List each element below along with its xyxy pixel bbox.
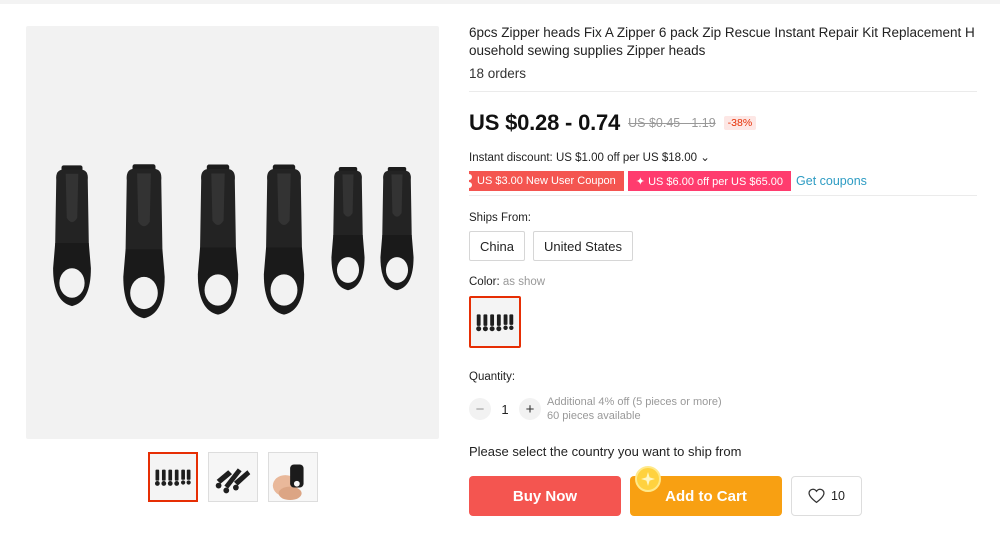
wishlist-count: 10 <box>831 489 845 503</box>
quantity-plus-button[interactable]: + <box>519 398 541 420</box>
color-label: Color: as show <box>469 276 977 288</box>
thumbnail-3[interactable] <box>268 452 318 502</box>
top-strip <box>0 0 1000 4</box>
product-title: 6pcs Zipper heads Fix A Zipper 6 pack Zi… <box>469 25 975 58</box>
coupon-row: US $3.00 New User Coupon ✦ US $6.00 off … <box>466 171 977 191</box>
add-to-cart-label: Add to Cart <box>665 487 747 505</box>
star-coin-icon <box>635 466 661 492</box>
quantity-label: Quantity: <box>469 371 516 383</box>
thumbnail-strip <box>148 452 318 502</box>
color-swatch-image <box>471 298 519 346</box>
ship-option-united-states[interactable]: United States <box>532 231 634 261</box>
wishlist-button[interactable]: 10 <box>791 476 862 516</box>
ships-from-options: China United States <box>469 231 977 261</box>
product-details: 6pcs Zipper heads Fix A Zipper 6 pack Zi… <box>466 24 977 516</box>
price-row: US $0.28 - 0.74 US $0.45 - 1.19 -38% <box>469 110 977 136</box>
additional-discount-text: Additional 4% off (5 pieces or more) <box>547 396 722 408</box>
order-count: 18 orders <box>469 66 527 81</box>
get-coupons-link[interactable]: Get coupons <box>796 174 867 188</box>
ships-from-label: Ships From: <box>469 212 531 224</box>
zipper-pulls-image <box>53 164 414 319</box>
price: US $0.28 - 0.74 <box>469 110 621 135</box>
quantity-minus-button[interactable]: − <box>469 398 491 420</box>
pieces-available-text: 60 pieces available <box>547 410 641 422</box>
new-user-coupon[interactable]: US $3.00 New User Coupon <box>466 171 624 191</box>
buy-now-button[interactable]: Buy Now <box>469 476 621 516</box>
quantity-value[interactable]: 1 <box>491 402 519 417</box>
thumbnail-2[interactable] <box>208 452 258 502</box>
color-label-text: Color: <box>469 276 500 288</box>
main-product-image[interactable] <box>26 26 439 439</box>
ship-option-china[interactable]: China <box>469 231 525 261</box>
color-swatch[interactable] <box>469 296 521 348</box>
instant-discount[interactable]: Instant discount: US $1.00 off per US $1… <box>469 150 977 164</box>
action-buttons: Buy Now Add to Cart 10 <box>469 466 977 516</box>
store-coupon[interactable]: ✦ US $6.00 off per US $65.00 <box>627 171 792 191</box>
zipper-pulls-pile-thumb <box>209 453 257 501</box>
six-zipper-pulls-thumb <box>150 454 196 500</box>
original-price: US $0.45 - 1.19 <box>628 116 716 130</box>
discount-badge: -38% <box>723 116 757 130</box>
quantity-stepper: − 1 + Additional 4% off (5 pieces or mor… <box>469 395 977 423</box>
divider <box>469 91 977 92</box>
ship-country-message: Please select the country you want to sh… <box>469 444 742 459</box>
divider <box>469 195 977 196</box>
add-to-cart-button[interactable]: Add to Cart <box>630 466 782 516</box>
thumbnail-1[interactable] <box>148 452 198 502</box>
heart-icon <box>808 488 825 504</box>
quantity-info: Additional 4% off (5 pieces or more) 60 … <box>547 395 722 423</box>
zipper-in-hand-thumb <box>269 453 317 501</box>
color-value: as show <box>502 276 546 288</box>
